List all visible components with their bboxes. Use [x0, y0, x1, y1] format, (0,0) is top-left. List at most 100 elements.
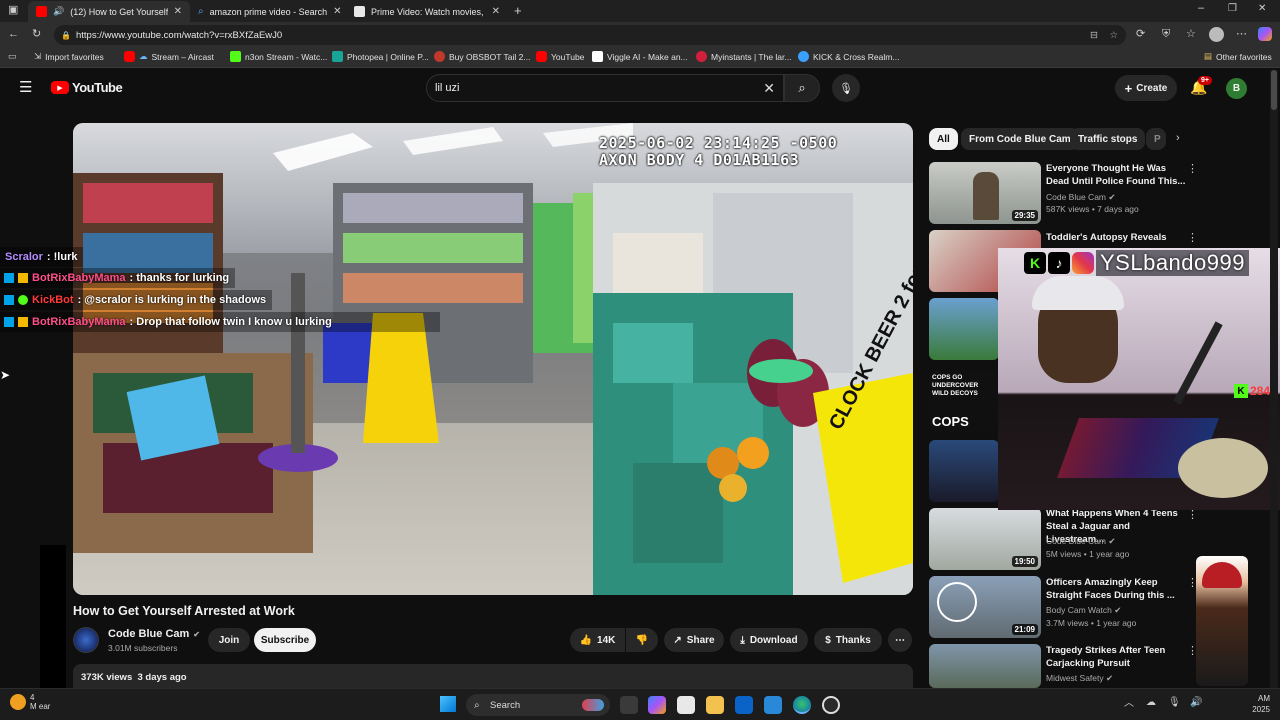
- bookmark-import-favorites[interactable]: ⇲ Import favorites: [34, 51, 104, 62]
- youtube-favicon-icon: [124, 51, 135, 62]
- tab-youtube[interactable]: 🔊 (12) How to Get Yourself Arr ✕: [28, 1, 190, 22]
- network-icon[interactable]: ☁: [1146, 698, 1156, 708]
- tab-amazon-search[interactable]: ⌕ amazon prime video - Search ✕: [190, 1, 346, 22]
- speaker-tray-icon[interactable]: 🔊: [1190, 698, 1202, 708]
- search-input[interactable]: lil uzi ✕: [426, 74, 784, 102]
- store-icon[interactable]: [677, 696, 695, 714]
- related-menu-icon[interactable]: ⋮: [1187, 164, 1198, 175]
- bookmark-viggle[interactable]: Viggle AI - Make an...: [592, 51, 688, 62]
- dislike-button[interactable]: 👎: [626, 628, 658, 652]
- verified-check-icon: ✔: [1108, 192, 1116, 202]
- chip-more[interactable]: P: [1146, 128, 1166, 150]
- back-icon[interactable]: ←: [8, 29, 19, 40]
- bookmark-kick-cross[interactable]: KICK & Cross Realm...: [798, 51, 899, 62]
- related-channel[interactable]: Code Blue Cam ✔: [1046, 192, 1116, 203]
- bookmark-aircast[interactable]: ☁ Stream – Aircast: [124, 51, 214, 62]
- plus-icon: +: [1124, 80, 1133, 96]
- browser-essentials-icon[interactable]: ⛨: [1162, 29, 1170, 40]
- related-thumbnail[interactable]: COPS GO UNDERCOVER WILD DECOYS COPS: [929, 370, 999, 432]
- copilot-icon[interactable]: [1258, 27, 1272, 41]
- description-box[interactable]: 373K views 3 days ago: [73, 664, 913, 688]
- other-favorites[interactable]: ▤ Other favorites: [1204, 51, 1272, 62]
- bookmark-myinstants[interactable]: Myinstants | The lar...: [696, 51, 791, 62]
- tab-actions-icon[interactable]: ▣: [8, 5, 18, 16]
- clear-search-icon[interactable]: ✕: [763, 80, 775, 97]
- maximize-icon[interactable]: ❐: [1228, 4, 1237, 14]
- account-avatar[interactable]: B: [1226, 78, 1247, 99]
- related-title[interactable]: Everyone Thought He Was Dead Until Polic…: [1046, 162, 1186, 188]
- thanks-button[interactable]: $ Thanks: [814, 628, 882, 652]
- tab-prime-video[interactable]: Prime Video: Watch movies, TV sh ✕: [346, 1, 508, 22]
- subscribe-button[interactable]: Subscribe: [254, 628, 316, 652]
- weather-widget[interactable]: 4M ear: [10, 693, 50, 711]
- channel-avatar[interactable]: [73, 627, 99, 653]
- related-menu-icon[interactable]: ⋮: [1187, 233, 1198, 244]
- related-menu-icon[interactable]: ⋮: [1187, 510, 1198, 521]
- photos-icon[interactable]: [764, 696, 782, 714]
- related-channel[interactable]: Code Blue Cam ✔: [1046, 536, 1116, 547]
- chip-traffic-stops[interactable]: Traffic stops: [1070, 128, 1146, 150]
- close-tab-icon[interactable]: ✕: [174, 6, 182, 17]
- bookmark-n3on[interactable]: n3on Stream - Watc...: [230, 51, 327, 62]
- profile-avatar[interactable]: [1209, 27, 1224, 42]
- tray-chevron-icon[interactable]: ︿: [1124, 699, 1134, 709]
- edge-icon[interactable]: [793, 696, 811, 714]
- related-title[interactable]: Tragedy Strikes After Teen Carjacking Pu…: [1046, 644, 1186, 670]
- notifications-button[interactable]: 🔔 9+: [1190, 76, 1212, 96]
- copilot-taskbar-icon[interactable]: [648, 696, 666, 714]
- video-player[interactable]: 2025-06-02 23:14:25 -0500 AXON BODY 4 D0…: [73, 123, 913, 595]
- youtube-logo[interactable]: ▶ YouTube: [51, 80, 123, 95]
- taskbar-search[interactable]: ⌕ Search: [466, 694, 610, 716]
- chip-from-channel[interactable]: From Code Blue Cam: [961, 128, 1079, 150]
- photopea-favicon-icon: [332, 51, 343, 62]
- obs-icon[interactable]: [822, 696, 840, 714]
- voice-search-button[interactable]: 🎙: [832, 74, 860, 102]
- create-button[interactable]: + Create: [1115, 75, 1177, 101]
- refresh-icon[interactable]: ↻: [32, 29, 41, 40]
- more-menu-icon[interactable]: ⋯: [1236, 29, 1247, 40]
- chip-all[interactable]: All: [929, 128, 958, 150]
- clock[interactable]: AM 2025: [1242, 693, 1270, 715]
- hamburger-menu-icon[interactable]: ☰: [19, 80, 32, 95]
- file-explorer-icon[interactable]: [706, 696, 724, 714]
- chips-next-chevron-icon[interactable]: ›: [1176, 133, 1180, 144]
- outlook-icon[interactable]: [735, 696, 753, 714]
- task-view-icon[interactable]: [620, 696, 638, 714]
- related-channel[interactable]: Body Cam Watch ✔: [1046, 605, 1121, 616]
- new-tab-icon[interactable]: +: [514, 4, 522, 17]
- related-channel[interactable]: Midwest Safety ✔: [1046, 673, 1113, 684]
- join-button[interactable]: Join: [208, 628, 250, 652]
- collections-icon[interactable]: ▭: [8, 52, 17, 61]
- speaker-icon[interactable]: 🔊: [53, 6, 64, 17]
- url-input[interactable]: 🔒 https://www.youtube.com/watch?v=rxBXfZ…: [54, 25, 1126, 45]
- favorites-icon[interactable]: ☆: [1186, 29, 1196, 40]
- close-tab-icon[interactable]: ✕: [492, 6, 500, 17]
- download-button[interactable]: ⤓ Download: [730, 628, 808, 652]
- search-button[interactable]: ⌕: [784, 74, 820, 102]
- related-title[interactable]: Officers Amazingly Keep Straight Faces D…: [1046, 576, 1186, 602]
- related-thumbnail[interactable]: 19:50: [929, 508, 1041, 570]
- related-thumbnail[interactable]: 21:09: [929, 576, 1041, 638]
- close-window-icon[interactable]: ✕: [1258, 4, 1266, 14]
- split-screen-icon[interactable]: ⊟: [1090, 30, 1098, 41]
- favorite-star-icon[interactable]: ☆: [1109, 30, 1118, 41]
- minimize-icon[interactable]: –: [1198, 3, 1204, 14]
- channel-name[interactable]: Code Blue Cam ✔: [108, 628, 200, 640]
- related-thumbnail[interactable]: [929, 644, 1041, 688]
- close-tab-icon[interactable]: ✕: [333, 6, 341, 17]
- share-button[interactable]: ↗ Share: [664, 628, 724, 652]
- extensions-icon[interactable]: ⟳: [1136, 29, 1145, 40]
- start-windows-icon[interactable]: [440, 696, 456, 712]
- scrollbar-thumb[interactable]: [1271, 70, 1277, 110]
- bookmark-photopea[interactable]: Photopea | Online P...: [332, 51, 429, 62]
- bookmark-youtube[interactable]: YouTube: [536, 51, 584, 62]
- related-thumbnail[interactable]: [929, 440, 999, 502]
- bookmark-obsbot[interactable]: Buy OBSBOT Tail 2...: [434, 51, 530, 62]
- related-thumbnail[interactable]: 29:35: [929, 162, 1041, 224]
- related-title[interactable]: Toddler's Autopsy Reveals: [1046, 231, 1186, 244]
- scrollbar[interactable]: [1270, 70, 1278, 688]
- related-thumbnail[interactable]: [929, 298, 999, 360]
- like-button[interactable]: 👍 14K: [570, 628, 625, 652]
- mic-tray-icon[interactable]: 🎙: [1168, 698, 1181, 708]
- more-actions-button[interactable]: ⋯: [888, 628, 912, 652]
